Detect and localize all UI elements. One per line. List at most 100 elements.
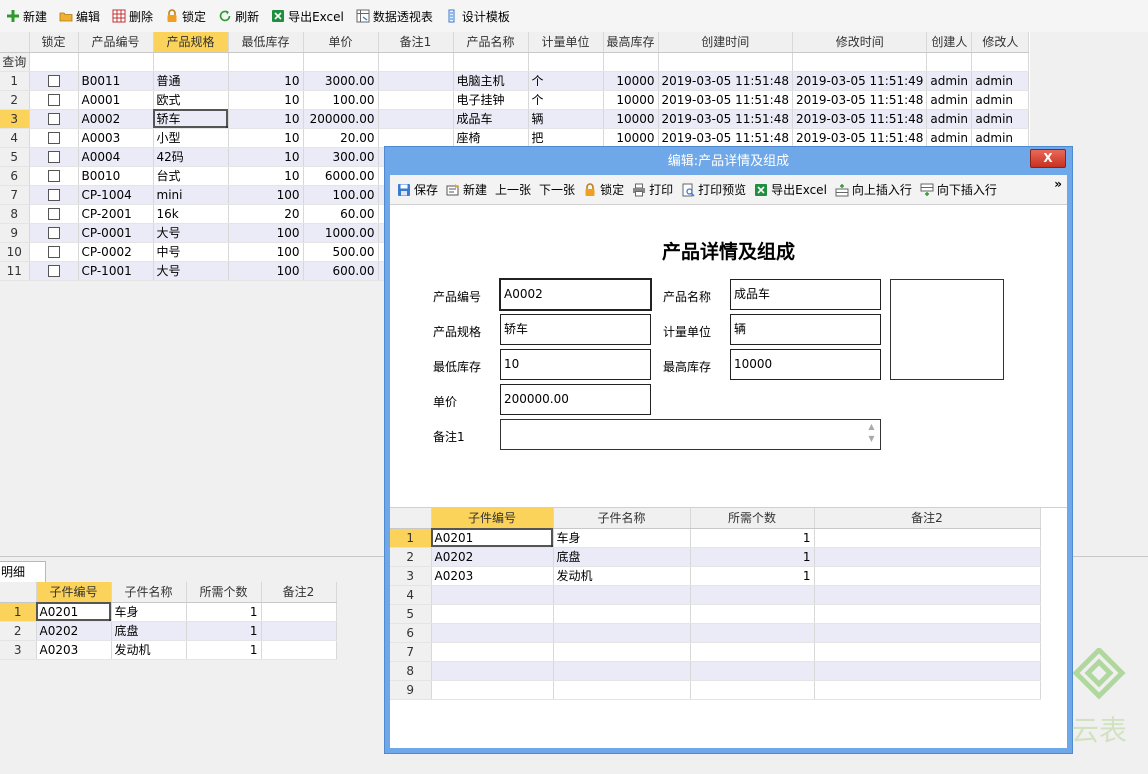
memo1-textarea[interactable]: ▲ ▼ xyxy=(500,419,881,450)
lock-checkbox[interactable] xyxy=(47,208,60,220)
print-button[interactable]: 打印 xyxy=(629,179,676,201)
refresh-button[interactable]: 刷新 xyxy=(214,5,263,27)
product-image-box[interactable] xyxy=(890,279,1004,380)
row-number[interactable]: 7 xyxy=(0,185,30,205)
part-name-cell[interactable] xyxy=(553,604,691,624)
memo-scrollbar[interactable]: ▲ ▼ xyxy=(864,421,879,448)
table-row[interactable]: 4 xyxy=(390,585,1041,605)
lock-checkbox[interactable] xyxy=(47,151,60,163)
query-cell[interactable] xyxy=(78,52,154,72)
table-row[interactable]: 2 A0202 底盘 1 xyxy=(390,547,1041,567)
query-cell[interactable] xyxy=(603,52,659,72)
price-cell[interactable]: 600.00 xyxy=(303,261,379,281)
min-stock-cell[interactable]: 10 xyxy=(228,147,304,167)
table-row[interactable]: 5 xyxy=(390,604,1041,624)
price-cell[interactable]: 3000.00 xyxy=(303,71,379,91)
qty-cell[interactable] xyxy=(690,661,815,681)
lock-checkbox[interactable] xyxy=(47,189,60,201)
max-stock-field[interactable]: 10000 xyxy=(730,349,881,380)
memo1-cell[interactable] xyxy=(378,128,454,148)
col-header-price[interactable]: 单价 xyxy=(303,32,379,53)
detail-tab[interactable]: 明细 xyxy=(0,561,46,582)
product-spec-cell[interactable]: mini xyxy=(153,185,229,205)
created-time-cell[interactable]: 2019-03-05 11:51:48 xyxy=(658,109,793,129)
part-code-cell[interactable]: A0201 xyxy=(431,528,554,548)
memo1-cell[interactable] xyxy=(378,71,454,91)
part-name-cell[interactable]: 车身 xyxy=(111,602,187,622)
query-cell[interactable] xyxy=(303,52,379,72)
max-stock-cell[interactable]: 10000 xyxy=(603,128,659,148)
qty-cell[interactable] xyxy=(690,604,815,624)
product-name-cell[interactable]: 座椅 xyxy=(453,128,529,148)
memo2-cell[interactable] xyxy=(814,623,1041,643)
product-code-cell[interactable]: A0001 xyxy=(78,90,154,110)
row-number[interactable]: 9 xyxy=(390,680,432,700)
delete-button[interactable]: 删除 xyxy=(108,5,157,27)
lock-checkbox[interactable] xyxy=(47,113,60,125)
part-name-cell[interactable]: 发动机 xyxy=(111,640,187,660)
row-number[interactable]: 8 xyxy=(390,661,432,681)
col-header-part-code[interactable]: 子件编号 xyxy=(36,582,112,603)
product-code-cell[interactable]: CP-1004 xyxy=(78,185,154,205)
unit-cell[interactable]: 个 xyxy=(528,71,604,91)
product-spec-field[interactable]: 轿车 xyxy=(500,314,651,345)
row-number[interactable]: 4 xyxy=(0,128,30,148)
table-row[interactable]: 3 A0203 发动机 1 xyxy=(0,640,337,660)
row-number[interactable]: 7 xyxy=(390,642,432,662)
qty-cell[interactable] xyxy=(690,585,815,605)
price-cell[interactable]: 200000.00 xyxy=(303,109,379,129)
memo2-cell[interactable] xyxy=(261,640,337,660)
creator-cell[interactable]: admin xyxy=(926,128,973,148)
row-number[interactable]: 10 xyxy=(0,242,30,262)
min-stock-cell[interactable]: 20 xyxy=(228,204,304,224)
query-cell[interactable] xyxy=(971,52,1030,72)
price-cell[interactable]: 100.00 xyxy=(303,90,379,110)
memo1-cell[interactable] xyxy=(378,109,454,129)
part-name-cell[interactable]: 车身 xyxy=(553,528,691,548)
query-cell[interactable] xyxy=(792,52,928,72)
part-code-cell[interactable]: A0202 xyxy=(431,547,554,567)
insert-row-above-button[interactable]: 向上插入行 xyxy=(832,179,915,201)
col-header-product-name[interactable]: 产品名称 xyxy=(453,32,529,53)
creator-cell[interactable]: admin xyxy=(926,71,973,91)
table-row[interactable]: 7 xyxy=(390,642,1041,662)
qty-cell[interactable]: 1 xyxy=(186,621,262,641)
col-header-part-code[interactable]: 子件编号 xyxy=(431,508,554,529)
lock-checkbox[interactable] xyxy=(47,94,60,106)
lock-checkbox[interactable] xyxy=(47,132,60,144)
price-field[interactable]: 200000.00 xyxy=(500,384,651,415)
min-stock-cell[interactable]: 100 xyxy=(228,242,304,262)
part-code-cell[interactable]: A0202 xyxy=(36,621,112,641)
prev-record-button[interactable]: 上一张 xyxy=(492,179,534,201)
product-spec-cell[interactable]: 大号 xyxy=(153,223,229,243)
product-code-cell[interactable]: A0003 xyxy=(78,128,154,148)
product-code-cell[interactable]: CP-0002 xyxy=(78,242,154,262)
query-cell[interactable] xyxy=(153,52,229,72)
part-name-cell[interactable] xyxy=(553,642,691,662)
dialog-lock-button[interactable]: 锁定 xyxy=(580,179,627,201)
qty-cell[interactable]: 1 xyxy=(690,547,815,567)
memo2-cell[interactable] xyxy=(261,602,337,622)
row-number[interactable]: 1 xyxy=(390,528,432,548)
max-stock-cell[interactable]: 10000 xyxy=(603,109,659,129)
lock-checkbox[interactable] xyxy=(47,75,60,87)
row-number[interactable]: 5 xyxy=(390,604,432,624)
col-header-max-stock[interactable]: 最高库存 xyxy=(603,32,659,53)
product-name-field[interactable]: 成品车 xyxy=(730,279,881,310)
part-name-cell[interactable] xyxy=(553,680,691,700)
price-cell[interactable]: 300.00 xyxy=(303,147,379,167)
qty-cell[interactable]: 1 xyxy=(186,640,262,660)
query-cell[interactable] xyxy=(453,52,529,72)
memo2-cell[interactable] xyxy=(814,585,1041,605)
query-cell[interactable] xyxy=(528,52,604,72)
max-stock-cell[interactable]: 10000 xyxy=(603,90,659,110)
part-code-cell[interactable]: A0203 xyxy=(431,566,554,586)
export-excel-button[interactable]: 导出Excel xyxy=(267,5,348,27)
part-name-cell[interactable]: 发动机 xyxy=(553,566,691,586)
min-stock-field[interactable]: 10 xyxy=(500,349,651,380)
min-stock-cell[interactable]: 10 xyxy=(228,109,304,129)
product-spec-cell[interactable]: 16k xyxy=(153,204,229,224)
memo2-cell[interactable] xyxy=(261,621,337,641)
col-header-created-time[interactable]: 创建时间 xyxy=(658,32,793,53)
col-header-memo2[interactable]: 备注2 xyxy=(814,508,1041,529)
